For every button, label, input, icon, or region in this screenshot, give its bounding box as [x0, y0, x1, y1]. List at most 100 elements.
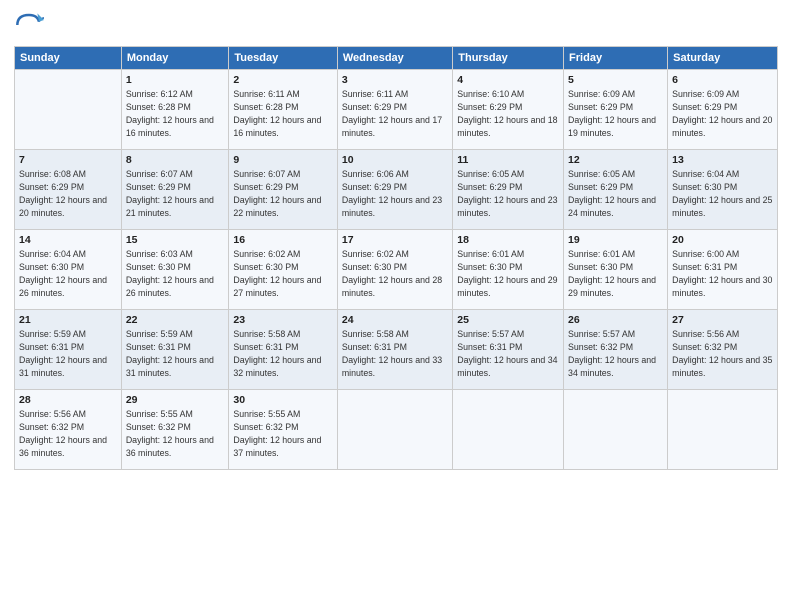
- day-number: 25: [457, 313, 559, 327]
- day-number: 6: [672, 73, 773, 87]
- day-number: 26: [568, 313, 663, 327]
- calendar-cell: [337, 390, 452, 470]
- calendar-cell: 9 Sunrise: 6:07 AMSunset: 6:29 PMDayligh…: [229, 150, 337, 230]
- day-info: Sunrise: 6:08 AMSunset: 6:29 PMDaylight:…: [19, 169, 107, 217]
- calendar-cell: 1 Sunrise: 6:12 AMSunset: 6:28 PMDayligh…: [121, 70, 229, 150]
- day-number: 4: [457, 73, 559, 87]
- day-info: Sunrise: 6:09 AMSunset: 6:29 PMDaylight:…: [568, 89, 656, 137]
- day-number: 5: [568, 73, 663, 87]
- header-cell-wednesday: Wednesday: [337, 47, 452, 70]
- day-number: 13: [672, 153, 773, 167]
- day-info: Sunrise: 6:12 AMSunset: 6:28 PMDaylight:…: [126, 89, 214, 137]
- day-info: Sunrise: 5:58 AMSunset: 6:31 PMDaylight:…: [342, 329, 442, 377]
- week-row-3: 14 Sunrise: 6:04 AMSunset: 6:30 PMDaylig…: [15, 230, 778, 310]
- day-info: Sunrise: 6:01 AMSunset: 6:30 PMDaylight:…: [457, 249, 557, 297]
- day-number: 22: [126, 313, 225, 327]
- header-row: SundayMondayTuesdayWednesdayThursdayFrid…: [15, 47, 778, 70]
- header-cell-thursday: Thursday: [453, 47, 564, 70]
- calendar-cell: 7 Sunrise: 6:08 AMSunset: 6:29 PMDayligh…: [15, 150, 122, 230]
- calendar-cell: 2 Sunrise: 6:11 AMSunset: 6:28 PMDayligh…: [229, 70, 337, 150]
- header: [14, 10, 778, 40]
- calendar-cell: 26 Sunrise: 5:57 AMSunset: 6:32 PMDaylig…: [564, 310, 668, 390]
- day-info: Sunrise: 5:55 AMSunset: 6:32 PMDaylight:…: [233, 409, 321, 457]
- day-info: Sunrise: 6:04 AMSunset: 6:30 PMDaylight:…: [672, 169, 772, 217]
- day-info: Sunrise: 5:55 AMSunset: 6:32 PMDaylight:…: [126, 409, 214, 457]
- calendar-cell: 23 Sunrise: 5:58 AMSunset: 6:31 PMDaylig…: [229, 310, 337, 390]
- day-info: Sunrise: 6:05 AMSunset: 6:29 PMDaylight:…: [457, 169, 557, 217]
- day-number: 18: [457, 233, 559, 247]
- calendar-cell: 18 Sunrise: 6:01 AMSunset: 6:30 PMDaylig…: [453, 230, 564, 310]
- header-cell-friday: Friday: [564, 47, 668, 70]
- logo-icon: [14, 10, 44, 40]
- calendar-cell: 27 Sunrise: 5:56 AMSunset: 6:32 PMDaylig…: [668, 310, 778, 390]
- day-info: Sunrise: 6:05 AMSunset: 6:29 PMDaylight:…: [568, 169, 656, 217]
- calendar-body: 1 Sunrise: 6:12 AMSunset: 6:28 PMDayligh…: [15, 70, 778, 470]
- day-info: Sunrise: 6:11 AMSunset: 6:28 PMDaylight:…: [233, 89, 321, 137]
- calendar-cell: 10 Sunrise: 6:06 AMSunset: 6:29 PMDaylig…: [337, 150, 452, 230]
- header-cell-sunday: Sunday: [15, 47, 122, 70]
- calendar-cell: [564, 390, 668, 470]
- calendar-cell: [15, 70, 122, 150]
- day-info: Sunrise: 5:57 AMSunset: 6:31 PMDaylight:…: [457, 329, 557, 377]
- calendar-cell: [668, 390, 778, 470]
- day-number: 19: [568, 233, 663, 247]
- day-info: Sunrise: 6:06 AMSunset: 6:29 PMDaylight:…: [342, 169, 442, 217]
- day-number: 1: [126, 73, 225, 87]
- calendar-cell: 20 Sunrise: 6:00 AMSunset: 6:31 PMDaylig…: [668, 230, 778, 310]
- calendar-cell: 8 Sunrise: 6:07 AMSunset: 6:29 PMDayligh…: [121, 150, 229, 230]
- day-number: 9: [233, 153, 332, 167]
- day-info: Sunrise: 5:57 AMSunset: 6:32 PMDaylight:…: [568, 329, 656, 377]
- day-info: Sunrise: 6:02 AMSunset: 6:30 PMDaylight:…: [342, 249, 442, 297]
- day-info: Sunrise: 5:56 AMSunset: 6:32 PMDaylight:…: [672, 329, 772, 377]
- day-number: 11: [457, 153, 559, 167]
- day-info: Sunrise: 6:01 AMSunset: 6:30 PMDaylight:…: [568, 249, 656, 297]
- day-number: 30: [233, 393, 332, 407]
- day-number: 10: [342, 153, 448, 167]
- day-number: 29: [126, 393, 225, 407]
- page: SundayMondayTuesdayWednesdayThursdayFrid…: [0, 0, 792, 612]
- day-number: 17: [342, 233, 448, 247]
- week-row-1: 1 Sunrise: 6:12 AMSunset: 6:28 PMDayligh…: [15, 70, 778, 150]
- calendar-cell: 16 Sunrise: 6:02 AMSunset: 6:30 PMDaylig…: [229, 230, 337, 310]
- calendar-cell: 13 Sunrise: 6:04 AMSunset: 6:30 PMDaylig…: [668, 150, 778, 230]
- week-row-2: 7 Sunrise: 6:08 AMSunset: 6:29 PMDayligh…: [15, 150, 778, 230]
- day-info: Sunrise: 6:07 AMSunset: 6:29 PMDaylight:…: [126, 169, 214, 217]
- calendar-cell: [453, 390, 564, 470]
- day-info: Sunrise: 6:09 AMSunset: 6:29 PMDaylight:…: [672, 89, 772, 137]
- calendar-cell: 29 Sunrise: 5:55 AMSunset: 6:32 PMDaylig…: [121, 390, 229, 470]
- day-number: 14: [19, 233, 117, 247]
- header-cell-tuesday: Tuesday: [229, 47, 337, 70]
- calendar-cell: 3 Sunrise: 6:11 AMSunset: 6:29 PMDayligh…: [337, 70, 452, 150]
- day-number: 2: [233, 73, 332, 87]
- day-number: 24: [342, 313, 448, 327]
- day-number: 28: [19, 393, 117, 407]
- calendar-cell: 12 Sunrise: 6:05 AMSunset: 6:29 PMDaylig…: [564, 150, 668, 230]
- calendar-cell: 17 Sunrise: 6:02 AMSunset: 6:30 PMDaylig…: [337, 230, 452, 310]
- day-number: 16: [233, 233, 332, 247]
- day-number: 8: [126, 153, 225, 167]
- day-info: Sunrise: 6:02 AMSunset: 6:30 PMDaylight:…: [233, 249, 321, 297]
- day-number: 7: [19, 153, 117, 167]
- calendar-cell: 15 Sunrise: 6:03 AMSunset: 6:30 PMDaylig…: [121, 230, 229, 310]
- day-info: Sunrise: 6:11 AMSunset: 6:29 PMDaylight:…: [342, 89, 442, 137]
- calendar-cell: 5 Sunrise: 6:09 AMSunset: 6:29 PMDayligh…: [564, 70, 668, 150]
- calendar-cell: 24 Sunrise: 5:58 AMSunset: 6:31 PMDaylig…: [337, 310, 452, 390]
- calendar-table: SundayMondayTuesdayWednesdayThursdayFrid…: [14, 46, 778, 470]
- header-cell-saturday: Saturday: [668, 47, 778, 70]
- day-number: 15: [126, 233, 225, 247]
- calendar-cell: 6 Sunrise: 6:09 AMSunset: 6:29 PMDayligh…: [668, 70, 778, 150]
- day-number: 21: [19, 313, 117, 327]
- day-info: Sunrise: 6:04 AMSunset: 6:30 PMDaylight:…: [19, 249, 107, 297]
- calendar-cell: 22 Sunrise: 5:59 AMSunset: 6:31 PMDaylig…: [121, 310, 229, 390]
- day-info: Sunrise: 5:58 AMSunset: 6:31 PMDaylight:…: [233, 329, 321, 377]
- day-number: 20: [672, 233, 773, 247]
- logo: [14, 10, 48, 40]
- calendar-cell: 19 Sunrise: 6:01 AMSunset: 6:30 PMDaylig…: [564, 230, 668, 310]
- header-cell-monday: Monday: [121, 47, 229, 70]
- day-info: Sunrise: 6:03 AMSunset: 6:30 PMDaylight:…: [126, 249, 214, 297]
- day-info: Sunrise: 5:56 AMSunset: 6:32 PMDaylight:…: [19, 409, 107, 457]
- calendar-cell: 14 Sunrise: 6:04 AMSunset: 6:30 PMDaylig…: [15, 230, 122, 310]
- day-number: 3: [342, 73, 448, 87]
- calendar-cell: 11 Sunrise: 6:05 AMSunset: 6:29 PMDaylig…: [453, 150, 564, 230]
- day-number: 12: [568, 153, 663, 167]
